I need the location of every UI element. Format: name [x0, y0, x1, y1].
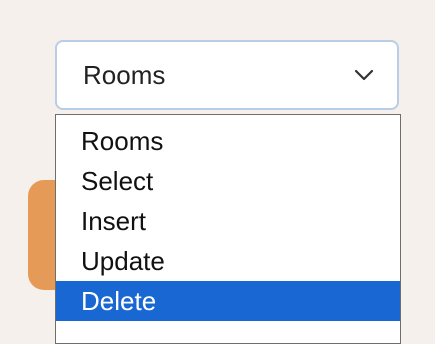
dropdown-list: Rooms Select Insert Update Delete [55, 114, 401, 344]
rooms-select[interactable]: Rooms [55, 40, 399, 110]
dropdown-option-rooms[interactable]: Rooms [56, 121, 400, 161]
chevron-down-icon [354, 69, 374, 81]
dropdown-option-update[interactable]: Update [56, 241, 400, 281]
dropdown-option-insert[interactable]: Insert [56, 201, 400, 241]
dropdown-option-delete[interactable]: Delete [56, 281, 400, 321]
select-current-value: Rooms [83, 59, 166, 90]
dropdown-option-select[interactable]: Select [56, 161, 400, 201]
